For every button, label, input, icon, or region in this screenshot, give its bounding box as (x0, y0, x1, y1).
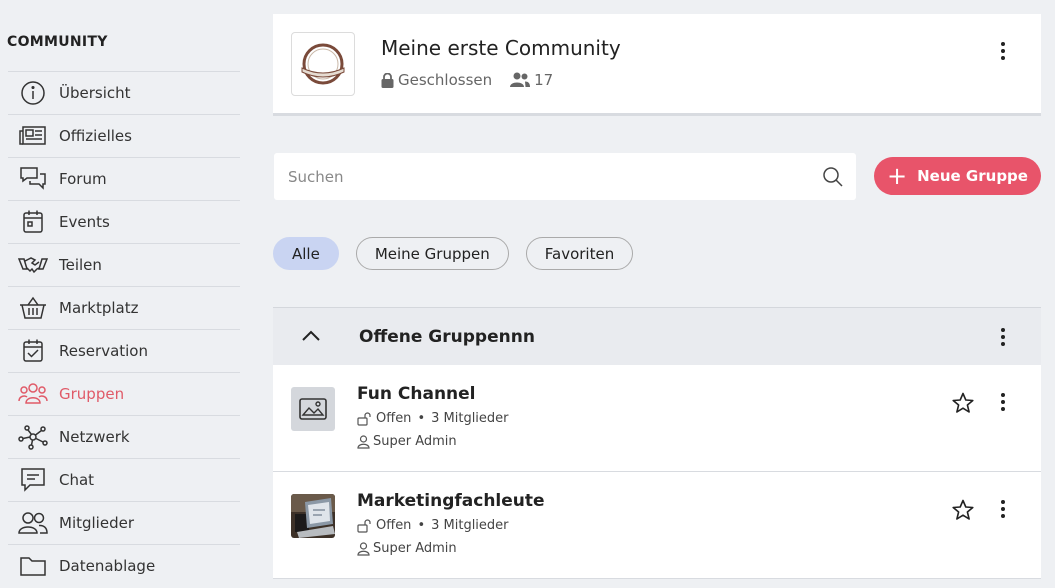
sidebar-item-label: Netzwerk (59, 428, 130, 446)
section-header: Offene Gruppennn (273, 307, 1041, 365)
community-name: Meine erste Community (381, 36, 621, 60)
chat-icon (17, 466, 49, 494)
group-member-count: 3 Mitglieder (431, 518, 509, 533)
info-icon (17, 79, 49, 107)
chevron-up-icon[interactable] (301, 328, 321, 342)
new-group-button[interactable]: + Neue Gruppe (874, 157, 1041, 195)
favorite-star-icon[interactable] (951, 498, 975, 522)
group-name[interactable]: Fun Channel (357, 384, 476, 404)
member-count-value: 17 (534, 71, 554, 89)
group-member-count: 3 Mitglieder (431, 411, 509, 426)
sidebar-item-label: Übersicht (59, 84, 131, 102)
section-menu-button[interactable] (991, 325, 1015, 349)
user-icon (357, 434, 370, 449)
group-meta: Offen • 3 Mitglieder (357, 518, 509, 533)
sidebar-item-uebersicht[interactable]: Übersicht (8, 71, 240, 114)
group-name[interactable]: Marketingfachleute (357, 491, 545, 511)
sidebar-item-netzwerk[interactable]: Netzwerk (8, 415, 240, 458)
new-group-label: Neue Gruppe (917, 167, 1028, 185)
visibility-status: Geschlossen (381, 71, 492, 89)
sidebar-item-offizielles[interactable]: Offizielles (8, 114, 240, 157)
group-menu-button[interactable] (991, 497, 1015, 521)
plus-icon: + (887, 162, 908, 190)
calendar-icon (17, 208, 49, 236)
sidebar-heading: COMMUNITY (7, 34, 108, 50)
image-placeholder-icon (299, 398, 327, 420)
group-list: Fun Channel Offen • 3 Mitglieder Super A… (273, 365, 1041, 579)
chat-bubbles-icon (17, 165, 49, 193)
sidebar-item-marktplatz[interactable]: Marktplatz (8, 286, 240, 329)
sidebar-item-forum[interactable]: Forum (8, 157, 240, 200)
group-owner: Super Admin (357, 541, 457, 556)
group-menu-button[interactable] (991, 390, 1015, 414)
newspaper-icon (17, 122, 49, 150)
groups-icon (17, 380, 49, 408)
filter-chip-meine-gruppen[interactable]: Meine Gruppen (355, 237, 509, 270)
list-item[interactable]: Fun Channel Offen • 3 Mitglieder Super A… (273, 365, 1041, 472)
group-status: Offen (376, 518, 412, 533)
sidebar-item-label: Marktplatz (59, 299, 139, 317)
folder-icon (17, 552, 49, 580)
sidebar-item-label: Events (59, 213, 110, 231)
sidebar-item-label: Datenablage (59, 557, 156, 575)
search-input[interactable] (274, 167, 822, 186)
community-header-card: Meine erste Community Geschlossen 17 (273, 14, 1041, 116)
sidebar-item-datenablage[interactable]: Datenablage (8, 544, 240, 587)
handshake-icon (17, 251, 49, 279)
lock-icon (381, 72, 394, 88)
sidebar-item-label: Teilen (59, 256, 102, 274)
sidebar-item-label: Offizielles (59, 127, 132, 145)
sidebar-item-reservation[interactable]: Reservation (8, 329, 240, 372)
sidebar-item-label: Forum (59, 170, 107, 188)
group-owner: Super Admin (357, 434, 457, 449)
sidebar-item-mitglieder[interactable]: Mitglieder (8, 501, 240, 544)
user-icon (357, 541, 370, 556)
calendar-check-icon (17, 337, 49, 365)
filter-chips: Alle Meine Gruppen Favoriten (273, 237, 650, 270)
sidebar-item-label: Chat (59, 471, 95, 489)
community-logo (291, 32, 355, 96)
sidebar-item-label: Mitglieder (59, 514, 134, 532)
community-menu-button[interactable] (991, 39, 1015, 63)
search-bar (274, 153, 856, 200)
group-thumbnail (291, 387, 335, 431)
list-item[interactable]: Marketingfachleute Offen • 3 Mitglieder … (273, 472, 1041, 579)
network-icon (17, 423, 49, 451)
group-owner-name: Super Admin (373, 434, 457, 449)
members-icon (510, 72, 531, 87)
separator-dot: • (417, 518, 426, 533)
group-meta: Offen • 3 Mitglieder (357, 411, 509, 426)
separator-dot: • (417, 411, 426, 426)
section-title: Offene Gruppennn (359, 327, 535, 347)
unlock-icon (357, 518, 371, 533)
unlock-icon (357, 411, 371, 426)
sidebar: COMMUNITY Übersicht Offizielles Forum Ev… (0, 0, 240, 588)
sidebar-item-label: Reservation (59, 342, 148, 360)
search-icon[interactable] (822, 166, 844, 188)
community-meta: Geschlossen 17 (381, 71, 553, 89)
favorite-star-icon[interactable] (951, 391, 975, 415)
group-thumbnail (291, 494, 335, 538)
group-owner-name: Super Admin (373, 541, 457, 556)
basket-icon (17, 294, 49, 322)
sidebar-item-events[interactable]: Events (8, 200, 240, 243)
sidebar-item-chat[interactable]: Chat (8, 458, 240, 501)
sidebar-nav: Übersicht Offizielles Forum Events Teile… (8, 71, 240, 587)
laptop-photo-image (291, 494, 335, 538)
filter-chip-alle[interactable]: Alle (273, 237, 339, 270)
sidebar-item-label: Gruppen (59, 385, 125, 403)
member-count: 17 (510, 71, 553, 89)
group-status: Offen (376, 411, 412, 426)
members-icon (17, 509, 49, 537)
sidebar-item-gruppen[interactable]: Gruppen (8, 372, 240, 415)
visibility-label: Geschlossen (398, 71, 493, 89)
filter-chip-favoriten[interactable]: Favoriten (525, 237, 634, 270)
sidebar-item-teilen[interactable]: Teilen (8, 243, 240, 286)
